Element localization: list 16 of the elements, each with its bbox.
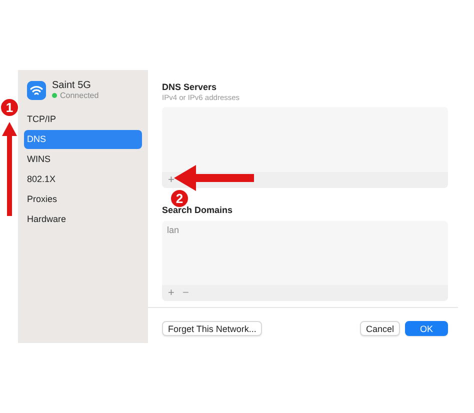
sidebar-item[interactable]: WINS	[24, 150, 142, 169]
section-title: Search Domains	[162, 205, 234, 215]
network-name: Saint 5G	[52, 80, 92, 91]
sidebar-item[interactable]: 802.1X	[24, 170, 142, 189]
sidebar-item[interactable]: Hardware	[24, 210, 142, 229]
connection-status: Connected	[60, 91, 99, 100]
sidebar-item[interactable]: DNS	[24, 130, 142, 149]
status-dot	[52, 93, 57, 98]
wifi-icon	[27, 80, 46, 100]
step-number: 1	[0, 98, 19, 117]
sidebar-item[interactable]: TCP/IP	[24, 110, 142, 129]
cancel-button[interactable]: Cancel	[360, 321, 400, 336]
sidebar-item[interactable]: Proxies	[24, 190, 142, 209]
section-title: DNS Servers	[162, 82, 218, 92]
forget-network-button[interactable]: Forget This Network...	[162, 321, 262, 336]
ok-button[interactable]: OK	[405, 321, 448, 336]
